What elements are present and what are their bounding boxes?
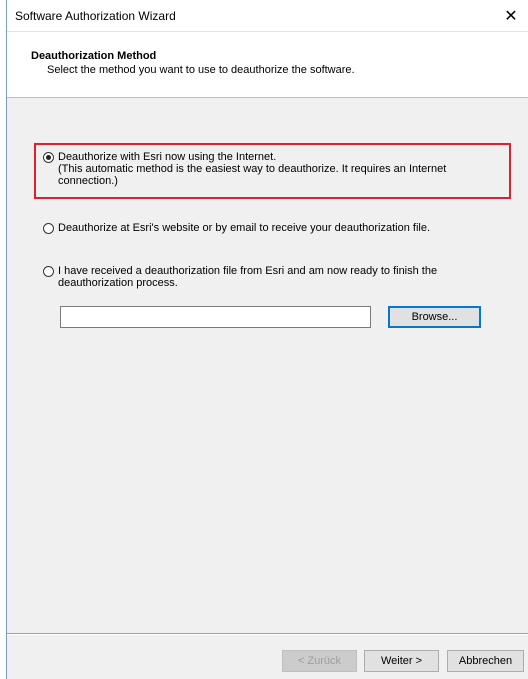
radio-have-file[interactable] — [43, 266, 54, 277]
page-subtitle: Select the method you want to use to dea… — [47, 64, 355, 76]
back-button[interactable]: < Zurück — [282, 650, 357, 672]
wizard-header: Deauthorization Method Select the method… — [7, 31, 528, 98]
page-title: Deauthorization Method — [31, 50, 157, 62]
close-icon[interactable]: ✕ — [494, 0, 528, 31]
window-title: Software Authorization Wizard — [15, 9, 176, 23]
option-website-email-label: Deauthorize at Esri's website or by emai… — [58, 222, 431, 234]
cancel-button[interactable]: Abbrechen — [447, 650, 524, 672]
next-button[interactable]: Weiter > — [364, 650, 439, 672]
option-online-deauthorize[interactable]: Deauthorize with Esri now using the Inte… — [43, 151, 446, 187]
radio-website-email[interactable] — [43, 223, 54, 234]
option-online-label: Deauthorize with Esri now using the Inte… — [58, 151, 447, 187]
deauthorization-file-input[interactable] — [60, 306, 371, 328]
footer-divider — [7, 633, 528, 635]
option-have-file[interactable]: I have received a deauthorization file f… — [43, 265, 437, 289]
radio-online-deauthorize[interactable] — [43, 152, 54, 163]
option-have-file-label: I have received a deauthorization file f… — [58, 265, 438, 289]
wizard-window: Software Authorization Wizard ✕ Deauthor… — [6, 0, 528, 679]
title-bar: Software Authorization Wizard ✕ — [7, 0, 528, 31]
option-website-email-deauthorize[interactable]: Deauthorize at Esri's website or by emai… — [43, 222, 430, 234]
browse-button[interactable]: Browse... — [388, 306, 481, 328]
